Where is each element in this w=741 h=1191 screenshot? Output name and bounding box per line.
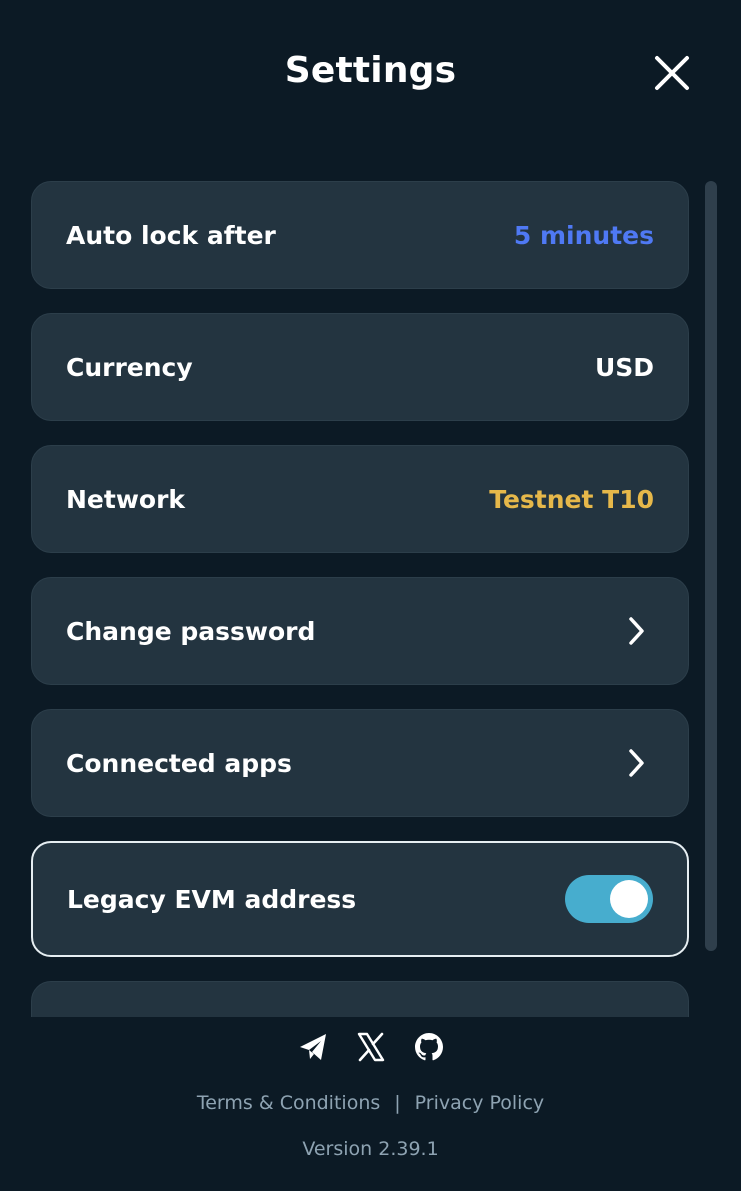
settings-row-partial[interactable] bbox=[31, 981, 689, 1017]
telegram-icon[interactable] bbox=[297, 1030, 329, 1064]
currency-row[interactable]: Currency USD bbox=[31, 313, 689, 421]
settings-page: Settings Auto lock after 5 minutes Curre… bbox=[0, 0, 741, 1191]
legacy-evm-label: Legacy EVM address bbox=[67, 884, 357, 914]
privacy-link[interactable]: Privacy Policy bbox=[415, 1092, 544, 1114]
social-links bbox=[0, 1030, 741, 1064]
close-button[interactable] bbox=[650, 51, 694, 95]
page-title: Settings bbox=[284, 50, 457, 91]
link-separator: | bbox=[394, 1092, 401, 1114]
terms-link[interactable]: Terms & Conditions bbox=[197, 1092, 380, 1114]
auto-lock-row[interactable]: Auto lock after 5 minutes bbox=[31, 181, 689, 289]
change-password-row[interactable]: Change password bbox=[31, 577, 689, 685]
connected-apps-row[interactable]: Connected apps bbox=[31, 709, 689, 817]
footer-links: Terms & Conditions | Privacy Policy bbox=[0, 1092, 741, 1114]
legacy-evm-toggle[interactable] bbox=[565, 875, 653, 923]
auto-lock-label: Auto lock after bbox=[66, 220, 276, 250]
chevron-right-icon bbox=[629, 617, 644, 645]
currency-label: Currency bbox=[66, 352, 193, 382]
x-icon[interactable] bbox=[355, 1030, 387, 1064]
settings-list[interactable]: Auto lock after 5 minutes Currency USD N… bbox=[31, 181, 691, 1017]
close-icon bbox=[655, 56, 689, 90]
network-label: Network bbox=[66, 484, 186, 514]
change-password-label: Change password bbox=[66, 616, 316, 646]
github-icon[interactable] bbox=[413, 1030, 445, 1064]
currency-value: USD bbox=[594, 352, 654, 382]
scrollbar[interactable] bbox=[705, 181, 717, 951]
connected-apps-label: Connected apps bbox=[66, 748, 292, 778]
network-row[interactable]: Network Testnet T10 bbox=[31, 445, 689, 553]
chevron-right-icon bbox=[629, 749, 644, 777]
network-value: Testnet T10 bbox=[489, 484, 654, 514]
legacy-evm-row[interactable]: Legacy EVM address bbox=[31, 841, 689, 957]
auto-lock-value: 5 minutes bbox=[513, 220, 654, 250]
toggle-knob bbox=[610, 880, 648, 918]
version-label: Version 2.39.1 bbox=[302, 1138, 439, 1160]
